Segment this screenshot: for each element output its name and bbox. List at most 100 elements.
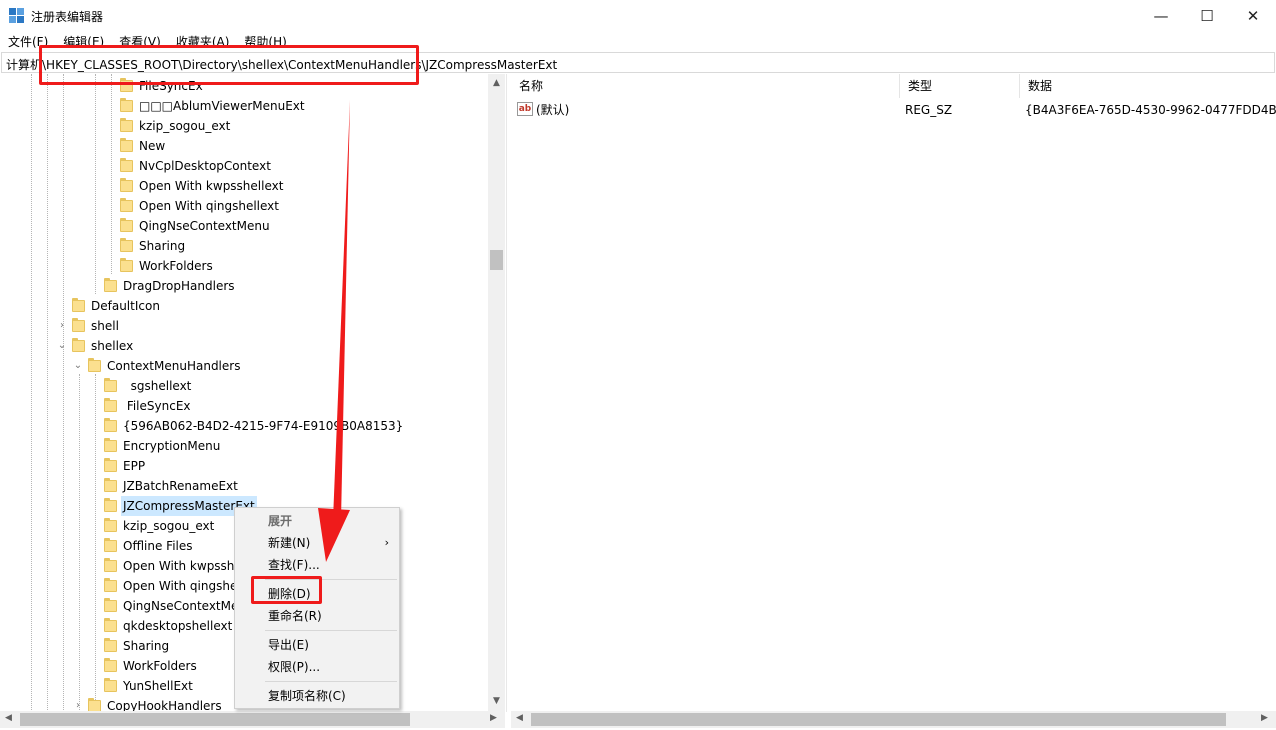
folder-icon	[104, 498, 117, 512]
folder-icon	[104, 478, 117, 492]
tree-item-label: Sharing	[123, 639, 170, 653]
collapse-icon[interactable]: ⌄	[56, 336, 68, 356]
minimize-button[interactable]: —	[1138, 0, 1184, 31]
scroll-down-icon[interactable]: ▼	[488, 696, 505, 706]
tree-item-label: New	[139, 139, 166, 153]
value-type[interactable]: REG_SZ	[905, 100, 952, 120]
tree-item[interactable]: New	[0, 136, 488, 156]
folder-icon	[104, 558, 117, 572]
ctx-permissions[interactable]: 权限(P)...	[235, 656, 399, 678]
tree-item[interactable]: ⌄ shellex	[0, 336, 488, 356]
tree-item-label: Sharing	[139, 239, 186, 253]
scroll-right-icon[interactable]: ▶	[490, 713, 497, 723]
ctx-expand: 展开	[235, 510, 399, 532]
folder-icon	[120, 198, 133, 212]
folder-icon	[88, 358, 101, 372]
folder-icon	[120, 158, 133, 172]
tree-item-label: EPP	[123, 459, 146, 473]
tree-vertical-scrollbar[interactable]: ▲ ▼	[488, 74, 505, 712]
column-type[interactable]: 类型	[900, 74, 1020, 98]
folder-icon	[104, 458, 117, 472]
collapse-icon[interactable]: ⌄	[72, 356, 84, 376]
folder-icon	[104, 658, 117, 672]
expand-icon[interactable]: ›	[72, 696, 84, 712]
values-horizontal-scrollbar[interactable]: ◀ ▶	[511, 711, 1276, 728]
tree-item[interactable]: ⌄ ContextMenuHandlers	[0, 356, 488, 376]
context-menu-item-label: 复制项名称(C)	[268, 689, 346, 703]
tree-item[interactable]: sgshellext	[0, 376, 488, 396]
tree-item[interactable]: □□□AblumViewerMenuExt	[0, 96, 488, 116]
tree-horizontal-scrollbar[interactable]: ◀ ▶	[0, 711, 505, 728]
folder-icon	[104, 638, 117, 652]
title-bar: 注册表编辑器 — ☐ ✕	[0, 0, 1276, 31]
tree-item[interactable]: NvCplDesktopContext	[0, 156, 488, 176]
tree-item[interactable]: Open With qingshellext	[0, 196, 488, 216]
tree-item[interactable]: FileSyncEx	[0, 396, 488, 416]
maximize-button[interactable]: ☐	[1184, 0, 1230, 31]
tree-item-label: Offline Files	[123, 539, 193, 553]
tree-item-label: EncryptionMenu	[123, 439, 221, 453]
folder-icon	[104, 618, 117, 632]
tree-item[interactable]: WorkFolders	[0, 256, 488, 276]
context-menu-item-label: 导出(E)	[268, 638, 309, 652]
tree-item-label: kzip_sogou_ext	[139, 119, 231, 133]
tree-item[interactable]: kzip_sogou_ext	[0, 116, 488, 136]
expand-icon[interactable]: ›	[56, 316, 68, 336]
tree-item-label: kzip_sogou_ext	[123, 519, 215, 533]
tree-item[interactable]: EncryptionMenu	[0, 436, 488, 456]
tree-item[interactable]: QingNseContextMenu	[0, 216, 488, 236]
tree-item-label: shellex	[91, 339, 134, 353]
context-menu: 展开 新建(N) › 查找(F)... 删除(D) 重命名(R) 导出(E) 权限(P)...…	[234, 507, 400, 709]
tree-item[interactable]: Open With kwpsshellext	[0, 176, 488, 196]
folder-icon	[72, 318, 85, 332]
close-icon: ✕	[1246, 6, 1260, 25]
delete-highlight-box	[251, 576, 322, 604]
ctx-new[interactable]: 新建(N) ›	[235, 532, 399, 554]
regedit-app-icon	[9, 8, 25, 24]
tree-item[interactable]: DefaultIcon	[0, 296, 488, 316]
tree-item-label: □□□AblumViewerMenuExt	[139, 99, 305, 113]
folder-icon	[120, 238, 133, 252]
value-data[interactable]: {B4A3F6EA-765D-4530-9962-0477FDD4B3B	[1025, 100, 1276, 120]
tree-item-label: NvCplDesktopContext	[139, 159, 271, 173]
values-hscroll-thumb[interactable]	[531, 713, 1226, 726]
scroll-left-icon[interactable]: ◀	[5, 713, 12, 723]
tree-item[interactable]: JZBatchRenameExt	[0, 476, 488, 496]
tree-item-label: {596AB062-B4D2-4215-9F74-E9109B0A8153}	[123, 419, 404, 433]
scroll-right-icon[interactable]: ▶	[1261, 713, 1268, 723]
close-button[interactable]: ✕	[1230, 0, 1276, 31]
tree-item-label: QingNseContextMenu	[139, 219, 270, 233]
folder-icon	[104, 578, 117, 592]
tree-item-label: DragDropHandlers	[123, 279, 235, 293]
submenu-chevron-icon: ›	[384, 536, 389, 549]
tree-item-label: sgshellext	[123, 379, 192, 393]
tree-scroll-thumb[interactable]	[490, 250, 503, 270]
tree-item[interactable]: Sharing	[0, 236, 488, 256]
ctx-export[interactable]: 导出(E)	[235, 634, 399, 656]
ctx-find[interactable]: 查找(F)...	[235, 554, 399, 576]
tree-item[interactable]: {596AB062-B4D2-4215-9F74-E9109B0A8153}	[0, 416, 488, 436]
context-menu-separator	[265, 681, 397, 682]
scroll-up-icon[interactable]: ▲	[488, 78, 505, 88]
folder-icon	[104, 598, 117, 612]
folder-icon	[104, 438, 117, 452]
folder-icon	[120, 178, 133, 192]
tree-item-label: Open With qingshellext	[139, 199, 279, 213]
folder-icon	[104, 538, 117, 552]
values-list-pane[interactable]: 名称 类型 数据 ab (默认) REG_SZ {B4A3F6EA-765D-4…	[511, 74, 1276, 712]
context-menu-item-label: 新建(N)	[268, 536, 311, 550]
folder-icon	[104, 398, 117, 412]
tree-item[interactable]: › shell	[0, 316, 488, 336]
tree-item[interactable]: DragDropHandlers	[0, 276, 488, 296]
tree-item[interactable]: EPP	[0, 456, 488, 476]
window-title: 注册表编辑器	[31, 10, 104, 24]
tree-item-label: FileSyncEx	[123, 399, 191, 413]
ctx-rename[interactable]: 重命名(R)	[235, 605, 399, 627]
scroll-left-icon[interactable]: ◀	[516, 713, 523, 723]
folder-icon	[104, 418, 117, 432]
column-name[interactable]: 名称	[511, 74, 900, 98]
tree-hscroll-thumb[interactable]	[20, 713, 410, 726]
value-name[interactable]: (默认)	[536, 100, 569, 120]
column-data[interactable]: 数据	[1020, 74, 1276, 98]
ctx-copy-key-name[interactable]: 复制项名称(C)	[235, 685, 399, 707]
